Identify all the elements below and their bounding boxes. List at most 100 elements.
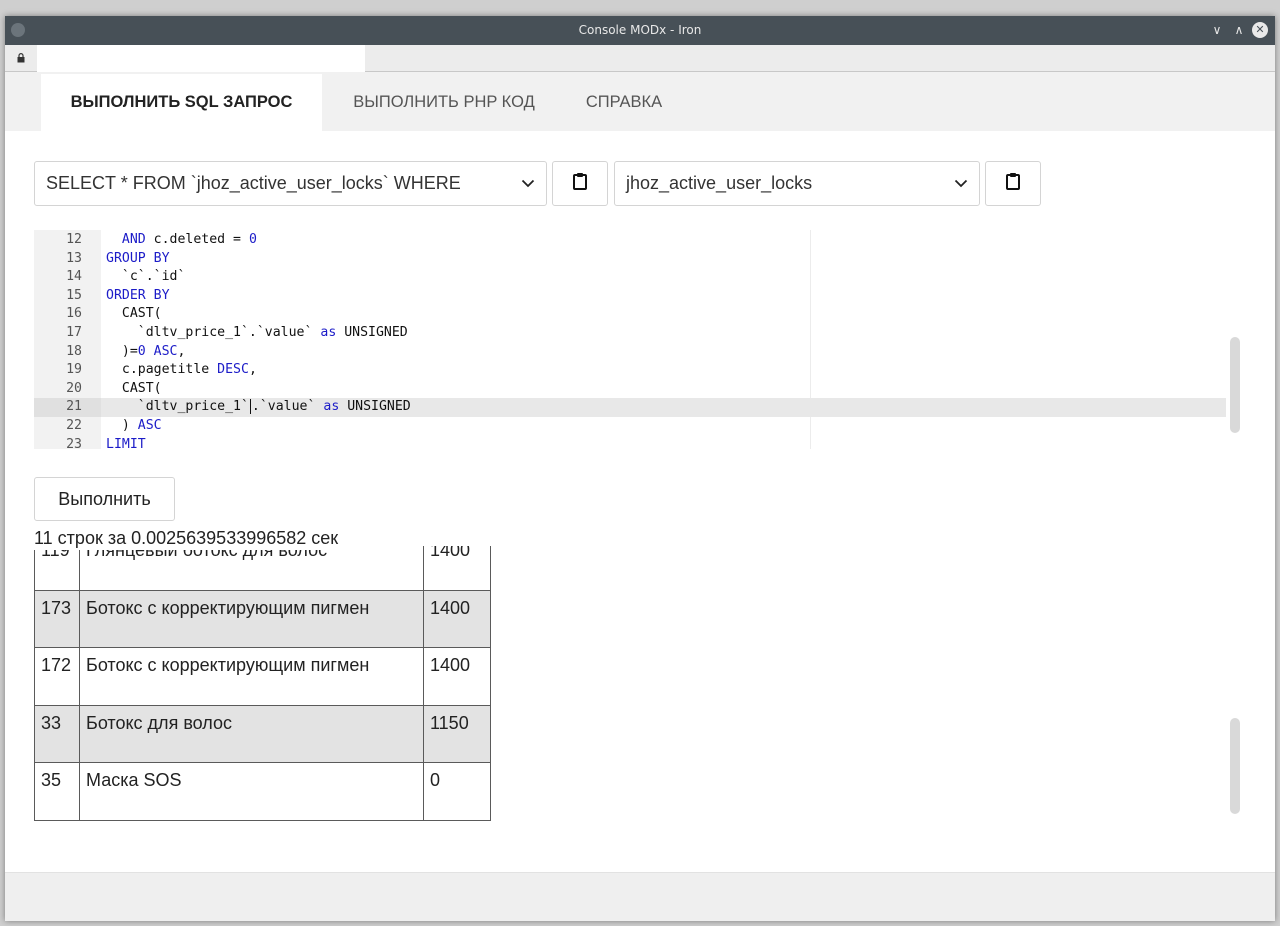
line-number: 12 bbox=[66, 232, 82, 247]
sql-keyword: GROUP BY bbox=[106, 250, 170, 266]
sql-text: `dltv_price_1`.`value` bbox=[137, 325, 321, 340]
code-line[interactable]: 13 GROUP BY bbox=[34, 250, 1226, 269]
sql-text: UNSIGNED bbox=[336, 325, 408, 340]
minimize-icon[interactable]: ∨ bbox=[1208, 21, 1226, 39]
code-line[interactable]: 15 ORDER BY bbox=[34, 287, 1226, 306]
sql-text: , bbox=[248, 362, 257, 378]
code-line[interactable]: 19 c.pagetitle DESC, bbox=[34, 361, 1226, 380]
cell-pagetitle: Ботокс с корректирующим пигмен bbox=[79, 647, 424, 706]
code-text: c.pagetitle DESC, bbox=[106, 361, 257, 380]
title-bar: Console MODx - Iron ∨ ∧ ✕ bbox=[5, 16, 1275, 45]
code-line[interactable]: 18 )=0 ASC, bbox=[34, 343, 1226, 362]
text-cursor bbox=[249, 398, 251, 414]
sql-keyword: ASC bbox=[145, 343, 178, 359]
cell-id: 172 bbox=[34, 647, 80, 706]
line-number: 18 bbox=[66, 343, 82, 359]
address-bar bbox=[5, 45, 1275, 72]
close-icon[interactable]: ✕ bbox=[1252, 22, 1268, 38]
sql-keyword: ASC bbox=[137, 418, 162, 433]
code-text: `dltv_price_1`.`value` as UNSIGNED bbox=[106, 324, 408, 343]
sql-text: , bbox=[177, 343, 186, 359]
cell-pagetitle: Глянцевый ботокс для волос bbox=[79, 546, 424, 591]
sql-keyword: as bbox=[323, 399, 340, 415]
result-status: 11 строк за 0.0025639533996582 сек bbox=[34, 526, 343, 550]
table-row: 33 Ботокс для волос 1150 bbox=[34, 704, 491, 764]
footer-bar bbox=[5, 872, 1275, 921]
result-table: 119 Глянцевый ботокс для волос 1400 173 Бото… bbox=[34, 546, 491, 821]
line-number: 20 bbox=[66, 380, 82, 396]
cell-price: 1150 bbox=[423, 704, 491, 764]
code-text: `dltv_price_1`.`value` as UNSIGNED bbox=[106, 398, 411, 417]
sql-keyword: ORDER BY bbox=[106, 287, 170, 303]
clipboard-icon bbox=[1006, 172, 1020, 195]
line-number: 22 bbox=[66, 418, 82, 433]
code-text: AND c.deleted = 0 bbox=[106, 231, 257, 250]
clipboard-icon bbox=[573, 172, 587, 195]
sql-keyword: LIMIT bbox=[106, 436, 146, 452]
sql-keyword: DESC bbox=[217, 362, 249, 378]
cell-id: 119 bbox=[34, 546, 80, 591]
lock-icon bbox=[17, 53, 25, 66]
code-line[interactable]: 16 CAST( bbox=[34, 305, 1226, 324]
sql-text: UNSIGNED bbox=[339, 399, 411, 415]
console-content: ВЫПОЛНИТЬ SQL ЗАПРОС ВЫПОЛНИТЬ PHP КОД С… bbox=[5, 72, 1275, 872]
chevron-down-icon bbox=[953, 162, 969, 205]
cell-id: 33 bbox=[34, 704, 80, 764]
page-scrollbar[interactable] bbox=[1230, 718, 1240, 814]
sql-text: CAST( bbox=[121, 306, 162, 322]
query-select-value: SELECT * FROM `jhoz_active_user_locks` W… bbox=[46, 173, 461, 193]
chevron-down-icon bbox=[520, 162, 536, 205]
url-field[interactable] bbox=[37, 45, 365, 72]
code-text: ORDER BY bbox=[106, 287, 170, 306]
sql-text: CAST( bbox=[121, 380, 162, 396]
code-line[interactable]: 14 `c`.`id` bbox=[34, 268, 1226, 287]
line-number: 16 bbox=[66, 306, 82, 322]
execute-button[interactable]: Выполнить bbox=[34, 477, 175, 521]
copy-table-button[interactable] bbox=[985, 161, 1041, 206]
code-text: CAST( bbox=[106, 380, 162, 399]
tab-help[interactable]: СПРАВКА bbox=[563, 74, 685, 131]
tab-php-code[interactable]: ВЫПОЛНИТЬ PHP КОД bbox=[329, 74, 559, 131]
table-row: 172 Ботокс с корректирующим пигмен 1400 bbox=[34, 647, 491, 706]
table-row: 35 Маска SOS 0 bbox=[34, 762, 491, 821]
tab-sql-query[interactable]: ВЫПОЛНИТЬ SQL ЗАПРОС bbox=[41, 74, 322, 131]
code-line[interactable]: 17 `dltv_price_1`.`value` as UNSIGNED bbox=[34, 324, 1226, 343]
query-select[interactable]: SELECT * FROM `jhoz_active_user_locks` W… bbox=[34, 161, 547, 206]
code-line[interactable]: 23 LIMIT bbox=[34, 436, 1226, 455]
sql-text: c.pagetitle bbox=[121, 362, 218, 378]
line-number: 21 bbox=[34, 398, 101, 417]
cell-price: 1400 bbox=[423, 647, 491, 706]
code-text: `c`.`id` bbox=[106, 268, 186, 287]
sql-editor[interactable]: 12 AND c.deleted = 0 13 GROUP BY 14 `c`.`id… bbox=[34, 230, 1226, 452]
sql-keyword: AND bbox=[121, 232, 146, 247]
sql-number: 0 bbox=[248, 232, 257, 247]
table-select-value: jhoz_active_user_locks bbox=[626, 173, 813, 193]
table-row: 119 Глянцевый ботокс для волос 1400 bbox=[34, 546, 491, 591]
cell-id: 35 bbox=[34, 762, 80, 821]
maximize-icon[interactable]: ∧ bbox=[1230, 21, 1248, 39]
sql-text: `dltv_price_1` bbox=[137, 399, 249, 415]
line-number: 14 bbox=[66, 269, 82, 285]
code-line[interactable]: 21 `dltv_price_1` .`value` as UNSIGNED bbox=[34, 398, 1226, 417]
line-number: 17 bbox=[66, 325, 82, 340]
code-line[interactable]: 20 CAST( bbox=[34, 380, 1226, 399]
window-title: Console MODx - Iron bbox=[578, 23, 702, 37]
line-number: 13 bbox=[66, 250, 82, 266]
code-line[interactable]: 12 AND c.deleted = 0 bbox=[34, 231, 1226, 250]
editor-scrollbar[interactable] bbox=[1230, 337, 1240, 433]
cell-price: 1400 bbox=[423, 589, 491, 649]
sql-text: )= bbox=[121, 343, 138, 359]
sql-text: `c`.`id` bbox=[121, 269, 186, 285]
line-number: 19 bbox=[66, 362, 82, 378]
copy-query-button[interactable] bbox=[552, 161, 608, 206]
line-number: 23 bbox=[66, 436, 82, 452]
sql-keyword: as bbox=[320, 325, 337, 340]
code-line[interactable]: 22 ) ASC bbox=[34, 417, 1226, 436]
table-select[interactable]: jhoz_active_user_locks bbox=[614, 161, 980, 206]
